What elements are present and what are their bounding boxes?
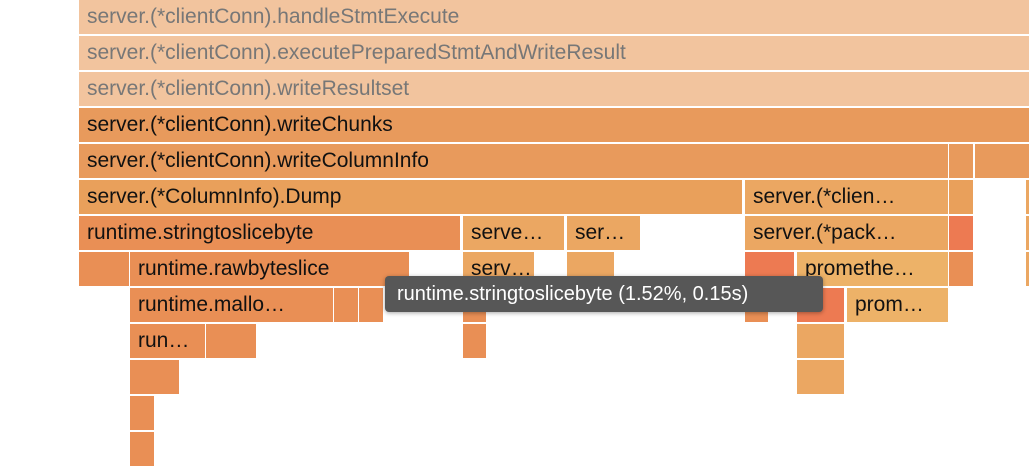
flame-frame[interactable]: prom… (847, 288, 949, 323)
flame-frame[interactable] (949, 252, 974, 287)
flame-frame[interactable] (1026, 252, 1030, 287)
flame-frame[interactable] (463, 324, 487, 359)
flame-frame[interactable] (130, 432, 155, 467)
flame-frame[interactable]: server.(*clientConn).writeChunks (79, 108, 1030, 143)
frame-tooltip: runtime.stringtoslicebyte (1.52%, 0.15s) (385, 276, 823, 312)
flame-frame[interactable] (79, 252, 130, 287)
flame-frame[interactable]: run… (130, 324, 206, 359)
flame-frame[interactable] (130, 396, 155, 431)
flame-frame[interactable]: runtime.rawbyteslice (130, 252, 410, 287)
flame-frame[interactable] (1026, 216, 1030, 251)
flame-frame[interactable] (1026, 180, 1030, 215)
flame-frame[interactable] (949, 144, 974, 179)
flame-frame[interactable]: runtime.mallo… (130, 288, 334, 323)
flame-frame[interactable] (334, 288, 359, 323)
flame-frame[interactable] (206, 324, 257, 359)
flame-frame[interactable] (797, 360, 845, 395)
flame-graph: server.(*clientConn).handleStmtExecute se… (0, 0, 1030, 474)
flame-frame[interactable]: server.(*clientConn).executePreparedStmt… (79, 36, 1030, 71)
flame-frame[interactable] (975, 144, 1030, 179)
flame-frame[interactable]: server.(*clientConn).writeResultset (79, 72, 1030, 107)
flame-frame[interactable]: ser… (567, 216, 641, 251)
flame-frame[interactable]: server.(*pack… (745, 216, 949, 251)
flame-frame[interactable] (130, 360, 180, 395)
flame-frame[interactable]: server.(*ColumnInfo).Dump (79, 180, 743, 215)
flame-frame[interactable] (359, 288, 384, 323)
flame-frame[interactable]: runtime.stringtoslicebyte (79, 216, 461, 251)
flame-frame[interactable] (797, 324, 845, 359)
flame-frame[interactable]: server.(*clien… (745, 180, 949, 215)
flame-frame[interactable]: server.(*clientConn).handleStmtExecute (79, 0, 1030, 35)
flame-frame[interactable] (949, 216, 974, 251)
flame-frame[interactable]: server.(*clientConn).writeColumnInfo (79, 144, 949, 179)
flame-frame[interactable] (949, 180, 974, 215)
flame-frame[interactable]: serve… (463, 216, 565, 251)
